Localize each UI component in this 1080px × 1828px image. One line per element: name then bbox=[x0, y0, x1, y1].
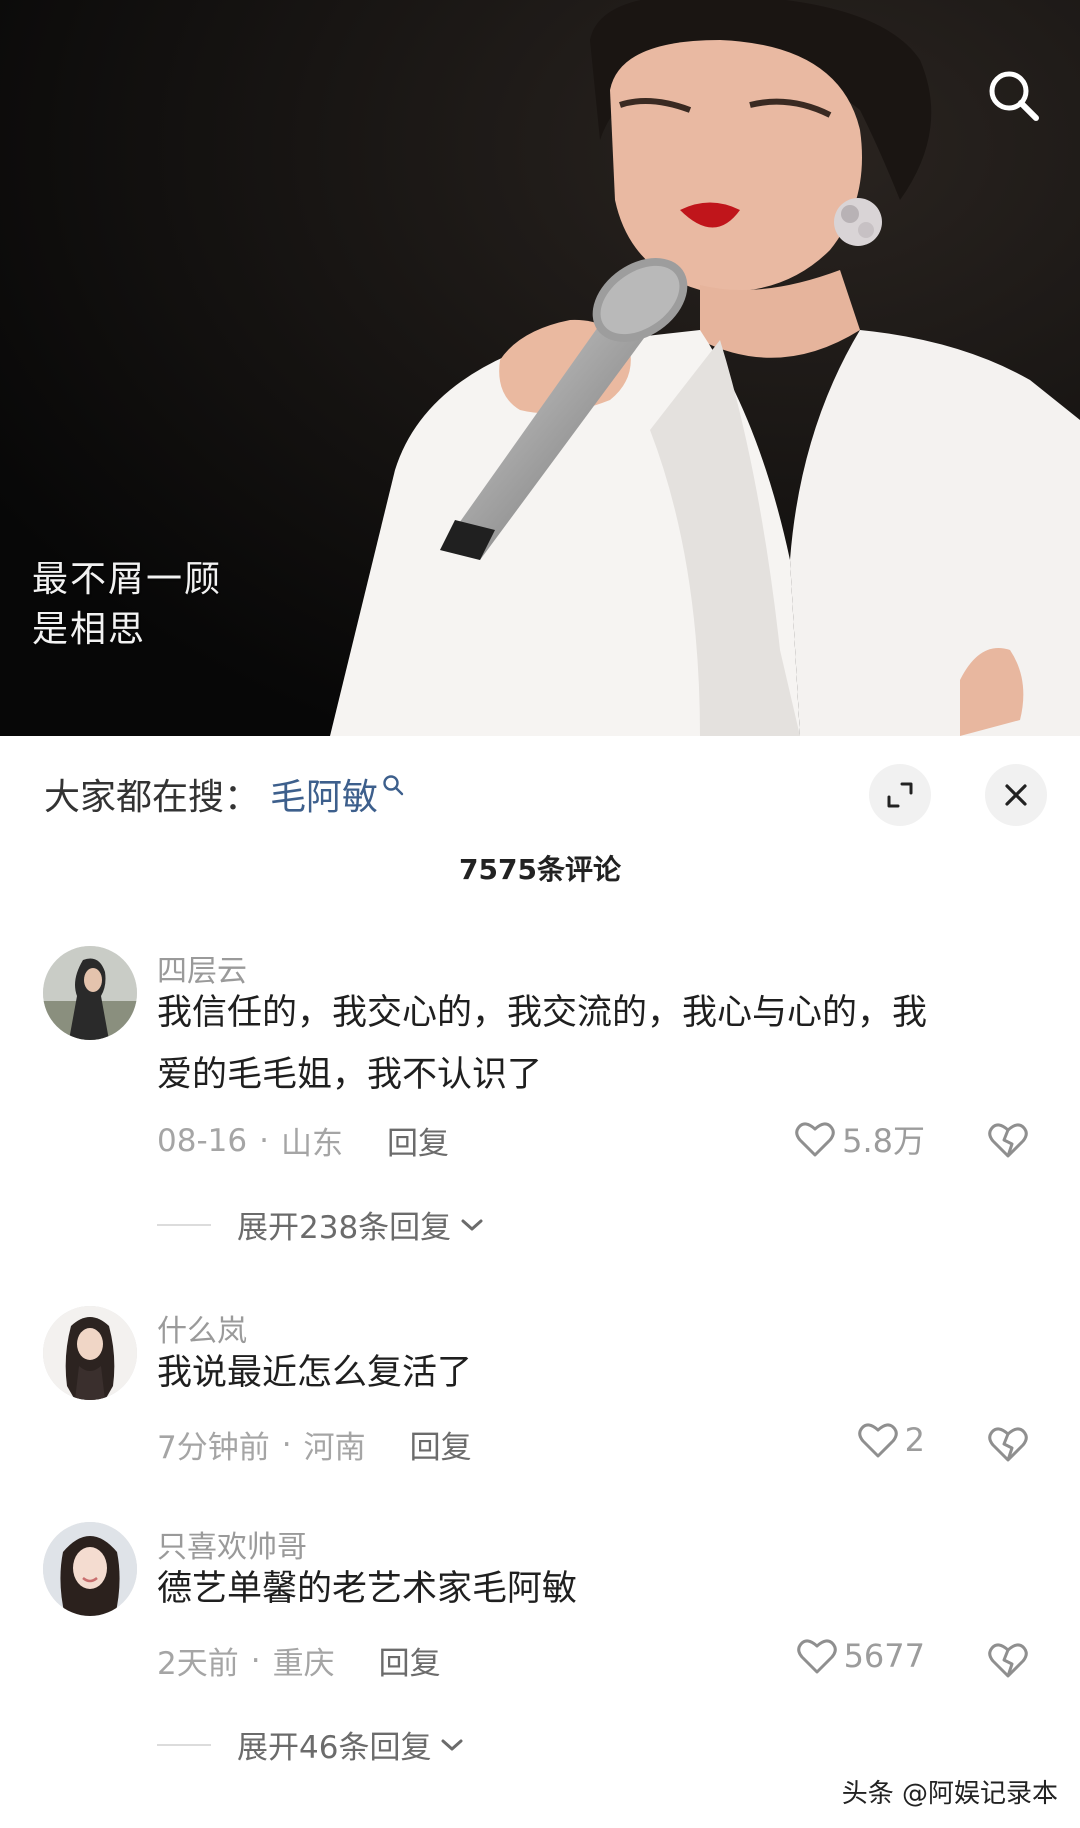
comment-location: 河南 bbox=[303, 1430, 366, 1466]
avatar[interactable] bbox=[43, 946, 137, 1040]
expand-replies-button[interactable]: 展开46条回复 bbox=[157, 1722, 465, 1767]
avatar-image bbox=[43, 1522, 137, 1616]
watermark: 头条 @阿娱记录本 bbox=[841, 1779, 1058, 1809]
comment-location: 重庆 bbox=[272, 1646, 335, 1682]
comment-text-line: 我信任的，我交心的，我交流的，我心与心的，我 bbox=[157, 993, 928, 1033]
reply-button[interactable]: 回复 bbox=[387, 1118, 449, 1163]
expand-replies-button[interactable]: 展开238条回复 bbox=[157, 1202, 485, 1247]
broken-heart-icon[interactable] bbox=[986, 1118, 1030, 1162]
broken-heart-icon[interactable] bbox=[986, 1422, 1030, 1466]
comment-sheet: 大家都在搜： 毛阿敏 7575条评论 四层云 我信任的，我交心的，我交流的，我心… bbox=[0, 736, 1080, 1828]
heart-icon bbox=[795, 1122, 835, 1157]
like-button[interactable]: 5.8万 bbox=[794, 1116, 925, 1162]
comment-text-line: 我说最近怎么复活了 bbox=[157, 1353, 473, 1393]
divider bbox=[157, 1223, 211, 1226]
comment-meta: 2天前 · 重庆 回复 bbox=[157, 1638, 441, 1683]
comment-date: 08-16 bbox=[157, 1122, 248, 1159]
lyrics-line: 最不屑一顾 bbox=[32, 559, 223, 600]
comment-text-line: 爱的毛毛姐，我不认识了 bbox=[157, 1055, 543, 1095]
separator: · bbox=[281, 1426, 292, 1463]
search-icon bbox=[989, 71, 1039, 121]
search-icon bbox=[383, 775, 404, 796]
comment-date: 7分钟前 bbox=[157, 1430, 270, 1466]
separator: · bbox=[250, 1642, 261, 1679]
chevron-down-icon bbox=[461, 1219, 483, 1230]
expand-replies-label: 展开238条回复 bbox=[237, 1210, 452, 1246]
comment-count: 7575条评论 bbox=[459, 853, 621, 886]
chevron-down-icon bbox=[441, 1739, 463, 1750]
expand-button[interactable] bbox=[869, 764, 931, 826]
trending-label: 大家都在搜： bbox=[44, 777, 261, 818]
comment-location: 山东 bbox=[280, 1126, 343, 1162]
avatar-image bbox=[43, 1306, 137, 1400]
lyrics-subtitle: 最不屑一顾 是相思 bbox=[32, 555, 222, 655]
heart-icon bbox=[857, 1423, 898, 1458]
lyrics-line: 是相思 bbox=[32, 609, 147, 650]
avatar[interactable] bbox=[43, 1522, 137, 1616]
separator: · bbox=[259, 1122, 269, 1159]
like-button[interactable]: 2 bbox=[857, 1420, 925, 1460]
like-count: 2 bbox=[904, 1421, 925, 1459]
close-icon bbox=[1005, 784, 1027, 806]
comment-text-line: 德艺单馨的老艺术家毛阿敏 bbox=[157, 1569, 578, 1609]
trending-search[interactable]: 大家都在搜： 毛阿敏 bbox=[44, 766, 404, 822]
reply-button[interactable]: 回复 bbox=[379, 1638, 441, 1683]
comment-meta: 7分钟前 · 河南 回复 bbox=[157, 1422, 472, 1467]
comment-date: 2天前 bbox=[157, 1646, 239, 1682]
search-button[interactable] bbox=[978, 60, 1050, 132]
reply-button[interactable]: 回复 bbox=[410, 1422, 472, 1467]
comment-text: 德艺单馨的老艺术家毛阿敏 bbox=[157, 1558, 1027, 1620]
comment-text: 我说最近怎么复活了 bbox=[157, 1342, 1027, 1404]
comment-text: 我信任的，我交心的，我交流的，我心与心的，我 爱的毛毛姐，我不认识了 bbox=[157, 982, 1027, 1106]
trending-keyword[interactable]: 毛阿敏 bbox=[270, 768, 378, 820]
broken-heart-icon[interactable] bbox=[986, 1638, 1030, 1682]
like-count: 5677 bbox=[843, 1637, 925, 1675]
expand-icon bbox=[887, 782, 913, 808]
divider bbox=[157, 1743, 211, 1746]
like-button[interactable]: 5677 bbox=[796, 1636, 925, 1676]
avatar-image bbox=[43, 946, 137, 1040]
close-button[interactable] bbox=[985, 764, 1047, 826]
expand-replies-label: 展开46条回复 bbox=[237, 1730, 432, 1766]
video-player[interactable]: 最不屑一顾 是相思 bbox=[0, 0, 1080, 736]
avatar[interactable] bbox=[43, 1306, 137, 1400]
like-count: 5.8万 bbox=[842, 1122, 925, 1160]
heart-icon bbox=[796, 1639, 837, 1674]
comment-meta: 08-16 · 山东 回复 bbox=[157, 1118, 449, 1163]
